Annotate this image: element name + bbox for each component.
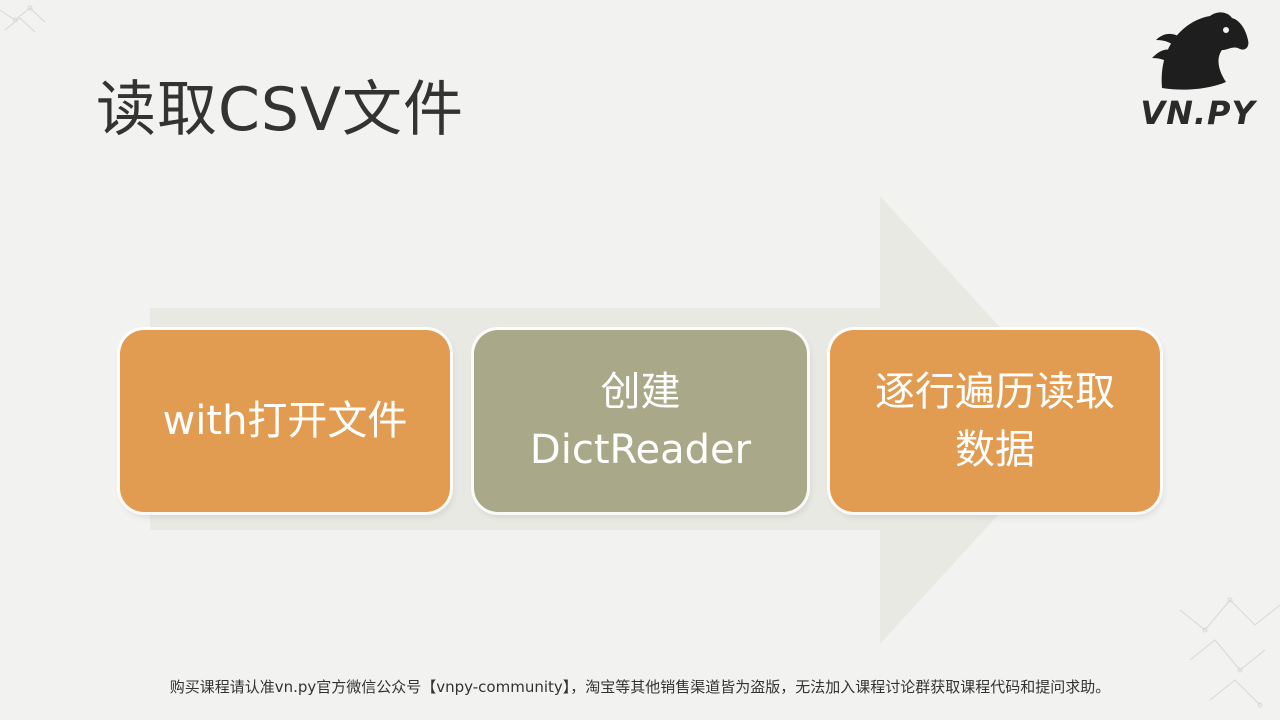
step-3-line-1: 逐行遍历读取 xyxy=(875,369,1115,415)
step-1-line-1: with打开文件 xyxy=(162,398,408,444)
step-2-line-2: DictReader xyxy=(529,427,752,473)
step-create-dictreader: 创建 DictReader xyxy=(474,330,807,512)
footer-notice: 购买课程请认准vn.py官方微信公众号【vnpy-community】，淘宝等其… xyxy=(169,678,1111,696)
step-2-line-1: 创建 xyxy=(600,369,681,415)
step-3-line-2: 数据 xyxy=(955,427,1035,473)
step-read-rows: 逐行遍历读取 数据 xyxy=(830,330,1160,512)
step-open-file: with打开文件 xyxy=(120,330,450,512)
